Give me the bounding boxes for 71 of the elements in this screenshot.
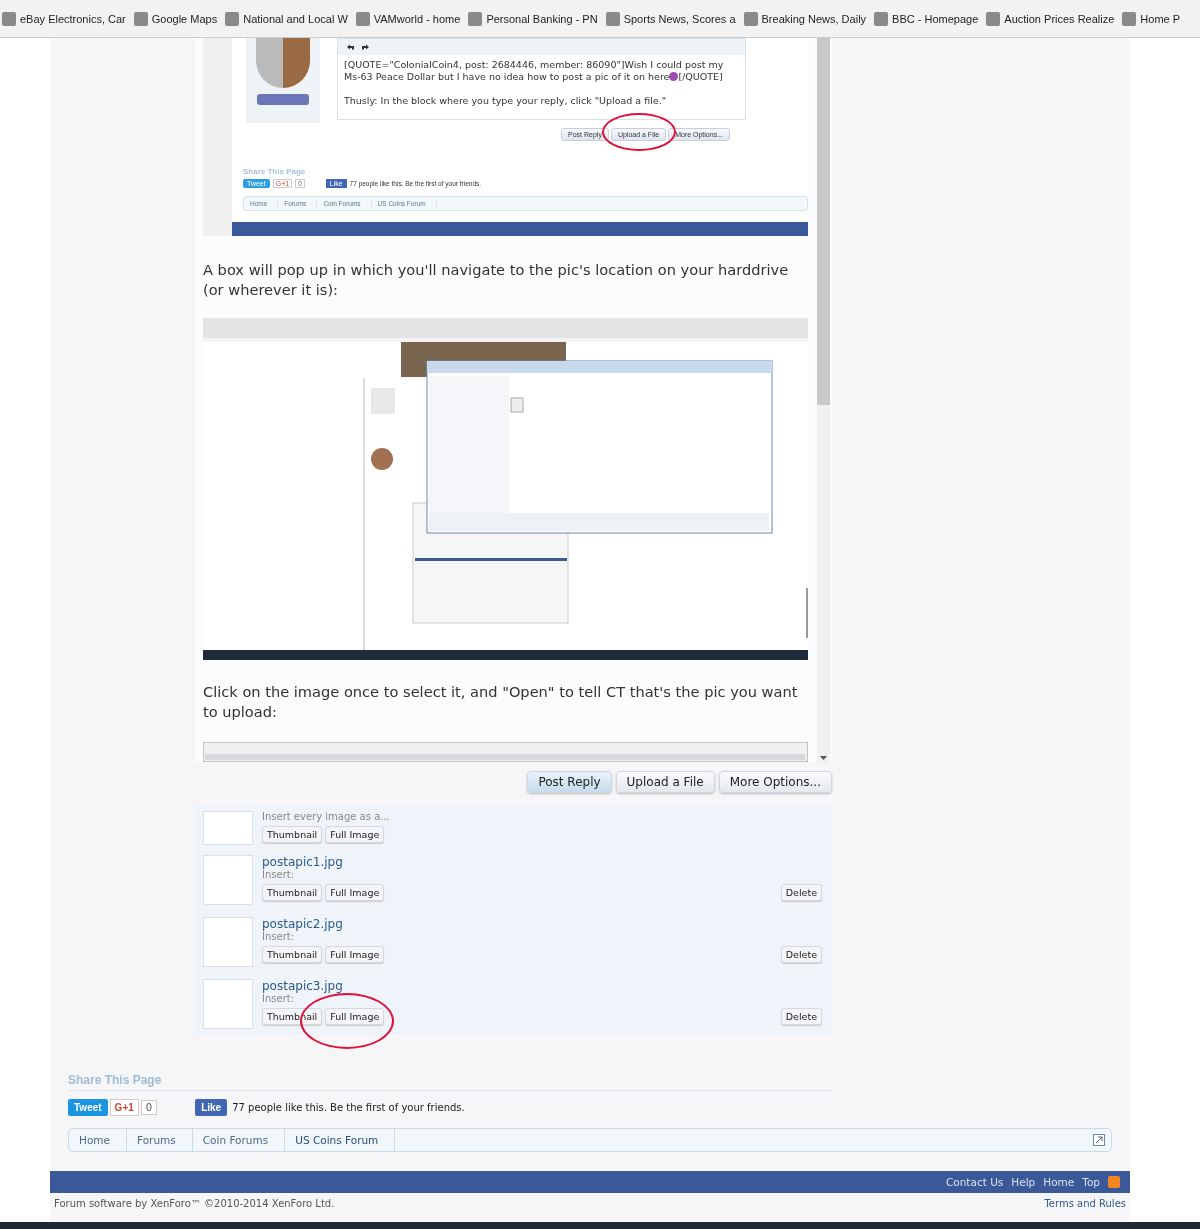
popout-icon[interactable]: [1093, 1134, 1105, 1146]
insert-button[interactable]: Thumbnail: [262, 946, 323, 963]
bookmark-link[interactable]: VAMworld - home: [355, 11, 461, 26]
insert-button[interactable]: Thumbnail: [262, 884, 323, 901]
bookmark-link[interactable]: BBC - Homepage: [874, 11, 979, 26]
breadcrumb-link[interactable]: Home: [69, 1129, 127, 1151]
file-name[interactable]: postapic3.jpg: [262, 979, 832, 993]
bookmark-link[interactable]: Personal Banking - PN: [468, 11, 598, 26]
insert-button[interactable]: Full Image: [325, 1008, 385, 1025]
post-paragraph: Click on the image once to select it, and "Open" to tell CT that's the pic you want to upload:: [203, 682, 799, 722]
insert-button[interactable]: Thumbnail: [262, 826, 323, 843]
bookmark-link[interactable]: Sports News, Scores a: [605, 11, 736, 26]
footer-link[interactable]: Help: [1011, 1176, 1036, 1188]
copyright-text: Forum software by XenForo™ ©2010-2014 XenForo Ltd.: [54, 1198, 335, 1209]
like-button[interactable]: Like: [195, 1099, 228, 1116]
bookmark-icon: [468, 11, 483, 26]
gplus-button[interactable]: G+1: [109, 1099, 139, 1116]
breadcrumb-link[interactable]: US Coins Forum: [285, 1129, 396, 1151]
breadcrumb-link[interactable]: Coin Forums: [192, 1129, 286, 1151]
redo-icon[interactable]: [361, 43, 370, 51]
insert-button[interactable]: Full Image: [325, 826, 385, 843]
delete-button[interactable]: Delete: [780, 1008, 822, 1025]
file-name[interactable]: postapic1.jpg: [262, 855, 832, 869]
form-button[interactable]: Upload a File: [615, 771, 715, 793]
undo-icon[interactable]: [346, 43, 355, 51]
coin-photo: [256, 38, 310, 88]
bookmark-link[interactable]: eBay Electronics, Car: [2, 11, 126, 26]
bookmark-icon: [874, 11, 889, 26]
smiley-icon: [669, 72, 679, 81]
bookmark-icon: [133, 11, 148, 26]
bookmark-icon: [986, 11, 1001, 26]
scrollbar-thumb[interactable]: [817, 38, 830, 405]
form-button[interactable]: Post Reply: [527, 771, 612, 793]
insert-button[interactable]: Full Image: [325, 946, 385, 963]
image-thumbnail: [203, 811, 253, 845]
bookmark-icon: [355, 11, 370, 26]
post-paragraph: A box will pop up in which you'll navigate to the pic's location on your harddrive (or wherever it is):: [203, 260, 790, 300]
bookmark-icon: [2, 11, 16, 26]
insert-label: Insert:: [262, 931, 296, 942]
bookmark-icon: [1122, 11, 1137, 26]
bookmark-link[interactable]: National and Local W: [225, 11, 348, 26]
share-title: Share This Page: [68, 1073, 832, 1091]
insert-button[interactable]: Full Image: [325, 884, 385, 901]
terms-link[interactable]: Terms and Rules: [1044, 1198, 1126, 1209]
bookmark-link[interactable]: Auction Prices Realize: [986, 11, 1115, 26]
bookmark-icon: [225, 11, 240, 26]
share-title: Share This Page: [243, 167, 307, 176]
footer-link[interactable]: Home: [1043, 1176, 1075, 1188]
scroll-down-icon[interactable]: [817, 754, 830, 762]
file-name[interactable]: postapic2.jpg: [262, 917, 832, 931]
image-thumbnail: [203, 979, 253, 1029]
insert-label: Insert every image as a...: [262, 811, 391, 822]
insert-label: Insert:: [262, 993, 296, 1004]
bookmark-icon: [605, 11, 620, 26]
bookmark-link[interactable]: Google Maps: [133, 11, 218, 26]
breadcrumb-link[interactable]: Forums: [127, 1129, 193, 1151]
badge-icon: [257, 94, 309, 105]
footer-link[interactable]: Top: [1082, 1176, 1100, 1188]
footer-link[interactable]: Contact Us: [945, 1176, 1004, 1188]
image-thumbnail: [203, 855, 253, 905]
delete-button[interactable]: Delete: [780, 946, 822, 963]
bookmark-icon: [743, 11, 758, 26]
reply-text: [QUOTE="ColonialCoin4, post: 2684446, member: 86090"]Wish I could post my Ms-63 Peace Dollar but I have no idea how to post a pic of it on here [/QUOTE] Thusly: In the block where you type your reply, click "Upload a file.": [343, 58, 725, 108]
insert-label: Insert:: [262, 869, 296, 880]
share-count: 0: [140, 1100, 158, 1115]
image-thumbnail: [203, 917, 253, 967]
form-button[interactable]: More Options...: [718, 771, 832, 793]
bookmark-link[interactable]: Home P: [1122, 11, 1181, 26]
bookmark-link[interactable]: Breaking News, Daily: [743, 11, 867, 26]
like-text: 77 people like this. Be the first of your friends.: [232, 1102, 465, 1113]
delete-button[interactable]: Delete: [780, 884, 822, 901]
